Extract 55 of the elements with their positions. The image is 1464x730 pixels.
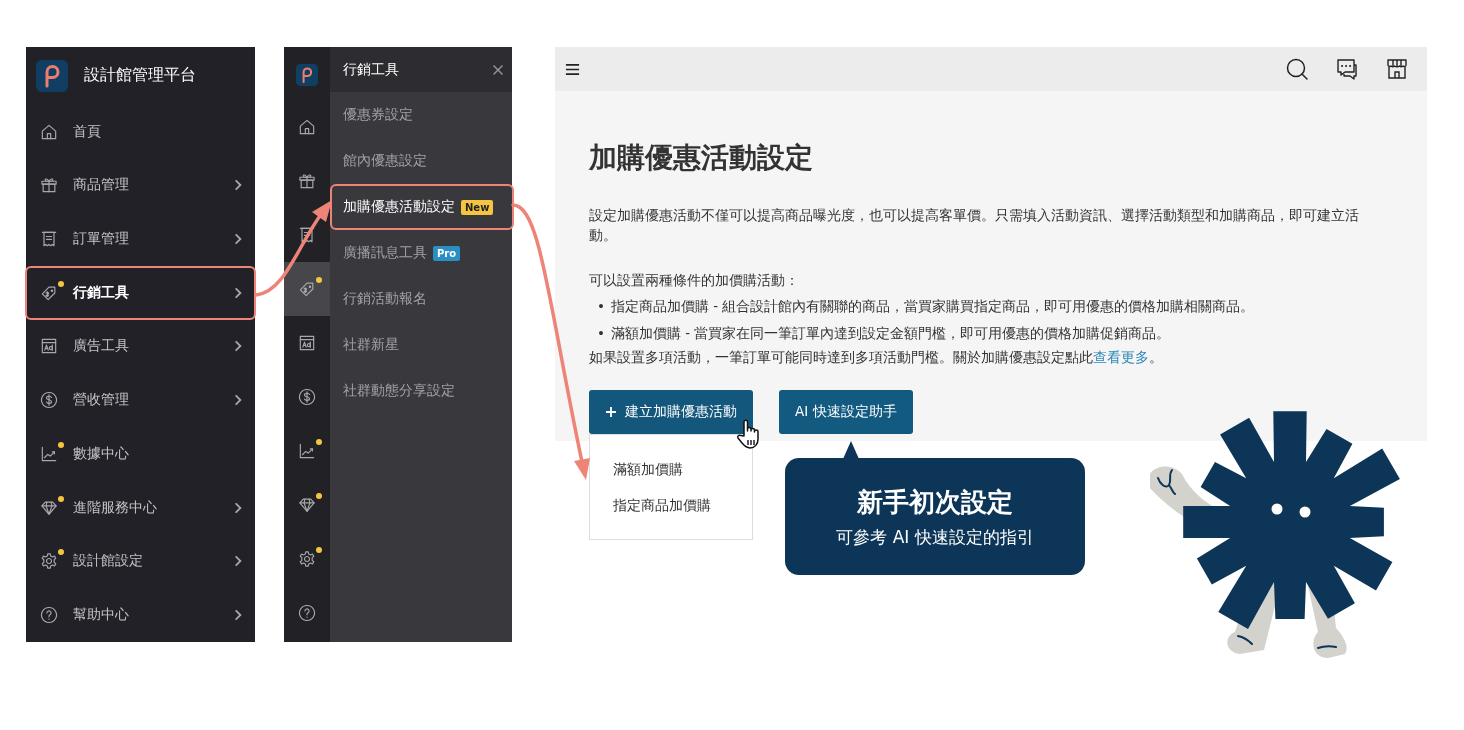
bullet-text: 指定商品加價購 - 組合設計館內有關聯的商品，當買家購買指定商品，即可用優惠的價格加購相關商品。 — [611, 297, 1255, 316]
callout-subtitle: 可參考 AI 快速設定的指引 — [836, 525, 1034, 549]
menu-icon[interactable] — [565, 61, 580, 77]
sidebar-item[interactable]: 行銷工具 — [25, 265, 256, 320]
sidebar-item[interactable]: 訂單管理 — [25, 212, 256, 266]
submenu-item[interactable]: 社群新星 — [330, 322, 512, 368]
submenu-item[interactable]: 加購優惠活動設定 New — [330, 184, 514, 230]
logo-icon — [36, 59, 68, 92]
ad-panel-icon — [297, 333, 317, 353]
learn-more-link[interactable]: 查看更多 — [1093, 349, 1149, 365]
line-chart-icon — [297, 441, 317, 461]
sidebar-item[interactable]: 首頁 — [25, 104, 256, 159]
plus-icon — [605, 406, 617, 418]
sidebar-item[interactable]: 數據中心 — [25, 427, 256, 481]
gear-icon — [297, 549, 317, 569]
home-icon — [297, 117, 317, 137]
submenu-item[interactable]: 行銷活動報名 — [330, 276, 512, 322]
close-icon[interactable] — [492, 63, 504, 76]
bullet-text: 滿額加價購 - 當買家在同一筆訂單內達到設定金額門檻，即可用優惠的價格加購促銷商品。 — [611, 324, 1171, 343]
sidebar-item[interactable]: 廣告工具 — [25, 319, 256, 374]
help-icon — [297, 603, 317, 623]
store-icon[interactable] — [1385, 57, 1409, 81]
logo-icon — [296, 64, 318, 86]
chat-icon[interactable] — [1335, 57, 1359, 81]
help-icon — [39, 605, 59, 626]
sidebar-item[interactable]: 設計館設定 — [25, 534, 256, 589]
submenu-item[interactable]: 優惠券設定 — [330, 92, 512, 138]
bullet-marker: • — [597, 297, 603, 316]
create-button[interactable]: 建立加購優惠活動 — [589, 390, 753, 434]
note-text: 如果設置多項活動，一筆訂單可能同時達到多項活動門檻。關於加購優惠設定點此查看更多。 — [589, 348, 1164, 367]
sidebar-item[interactable]: 幫助中心 — [25, 588, 256, 643]
dropdown-item[interactable]: 指定商品加價購 — [590, 487, 752, 523]
receipt-icon — [39, 229, 59, 249]
submenu-title: 行銷工具 — [343, 60, 399, 79]
gift-icon — [297, 171, 317, 191]
bullet-marker: • — [597, 324, 603, 343]
pro-badge: Pro — [433, 245, 461, 261]
ai-assistant-button[interactable]: AI 快速設定助手 — [779, 390, 913, 434]
sidebar-item[interactable]: 進階服務中心 — [25, 480, 256, 535]
search-icon[interactable] — [1285, 57, 1309, 81]
intro-text: 設定加購優惠活動不僅可以提高商品曝光度，也可以提高客單價。只需填入活動資訊、選擇活動類型和加購商品，即可建立活動。 — [589, 206, 1360, 245]
new-badge: New — [461, 199, 494, 215]
sidebar-item[interactable]: 商品管理 — [25, 158, 256, 213]
dropdown-item[interactable]: 滿額加價購 — [590, 451, 752, 487]
page-title: 加購優惠活動設定 — [589, 140, 814, 176]
submenu-item[interactable]: 館內優惠設定 — [330, 138, 512, 184]
dollar-coin-icon — [297, 387, 317, 407]
dollar-coin-icon — [39, 390, 59, 411]
app-title: 設計館管理平台 — [84, 65, 196, 87]
gear-icon — [39, 551, 59, 572]
sidebar-item[interactable]: 營收管理 — [25, 373, 256, 428]
conditions-heading: 可以設置兩種條件的加價購活動： — [589, 271, 800, 290]
submenu-item[interactable]: 廣播訊息工具 Pro — [330, 230, 512, 276]
callout-title: 新手初次設定 — [857, 485, 1013, 519]
submenu-item[interactable]: 社群動態分享設定 — [330, 368, 512, 414]
